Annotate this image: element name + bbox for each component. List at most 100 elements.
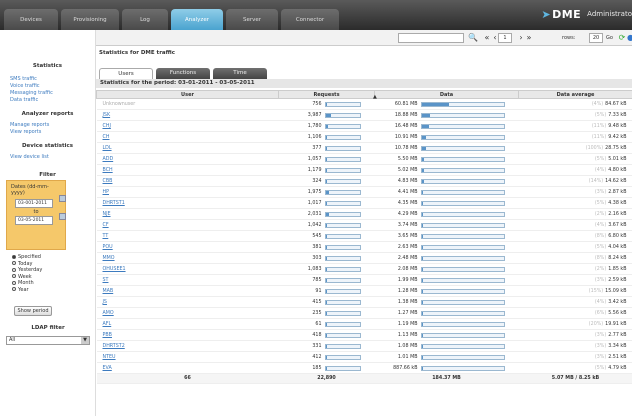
current-user[interactable]: Administrato: [587, 10, 632, 18]
export-icon[interactable]: ●: [627, 33, 632, 43]
ldap-filter-select[interactable]: All ▼: [6, 336, 90, 345]
table-row: CHJ 1,780 16.48 MB (11%) 9.48 kB: [96, 120, 632, 132]
data-bar-wrap: 10.91 MB: [377, 132, 517, 142]
user-cell[interactable]: NTEU: [96, 351, 279, 363]
radio-button-icon[interactable]: [12, 274, 16, 279]
tab-provisioning[interactable]: Provisioning: [61, 9, 119, 30]
radio-button-icon[interactable]: [12, 280, 16, 285]
data-cell: 10.78 MB: [374, 142, 519, 154]
radio-button-icon[interactable]: [12, 267, 16, 272]
user-cell[interactable]: PBB: [96, 329, 279, 341]
radio-button-icon[interactable]: [12, 261, 16, 266]
data-value: 5.50 MB: [397, 156, 418, 162]
last-page-icon[interactable]: »: [524, 33, 534, 43]
show-period-button[interactable]: Show period: [14, 306, 52, 316]
data-average-percent: (5%): [594, 200, 607, 206]
data-average-percent: (20%): [588, 321, 604, 327]
user-cell[interactable]: ST: [96, 274, 279, 286]
sidebar-link-manage-reports[interactable]: Manage reports: [0, 122, 95, 129]
chevron-down-icon[interactable]: ▼: [81, 337, 89, 344]
table-row: LDL 377 10.78 MB (100%) 28.75 kB: [96, 142, 632, 154]
user-cell[interactable]: AMO: [96, 307, 279, 319]
refresh-icon[interactable]: ⟳: [617, 33, 627, 43]
search-input[interactable]: [398, 33, 464, 43]
calendar-from-icon[interactable]: [59, 195, 66, 202]
user-cell[interactable]: CH: [96, 131, 279, 143]
tab-analyzer[interactable]: Analyzer: [171, 9, 223, 30]
user-cell[interactable]: AFL: [96, 318, 279, 330]
column-header-data[interactable]: Data: [374, 90, 519, 99]
data-bar-wrap: 4.83 MB: [377, 176, 517, 186]
calendar-to-icon[interactable]: [59, 213, 66, 220]
data-bar: [420, 233, 505, 239]
requests-cell: 91: [278, 285, 375, 297]
user-cell[interactable]: OHUSEE1: [96, 263, 279, 275]
sidebar-link-voice-traffic[interactable]: Voice traffic: [0, 83, 95, 90]
date-from-input[interactable]: 03-001-2011: [15, 199, 53, 208]
period-radio-specified[interactable]: Specified: [12, 254, 42, 261]
go-button[interactable]: Go: [606, 34, 613, 42]
radio-button-icon[interactable]: [12, 287, 16, 292]
requests-value: 235: [312, 310, 322, 316]
table-row: CH 1,106 10.91 MB (11%) 9.42 kB: [96, 131, 632, 143]
tab-functions[interactable]: Functions: [156, 68, 210, 79]
requests-bar-wrap: 235: [281, 308, 373, 318]
period-radio-month[interactable]: Month: [12, 280, 42, 287]
user-cell[interactable]: CF: [96, 219, 279, 231]
tab-time[interactable]: Time: [213, 68, 267, 79]
data-bar: [420, 222, 505, 228]
user-cell[interactable]: DHRTST1: [96, 197, 279, 209]
data-average-value: 4.79 kB: [608, 365, 627, 371]
sidebar-link-messaging-traffic[interactable]: Messaging traffic: [0, 90, 95, 97]
tab-devices[interactable]: Devices: [4, 9, 58, 30]
period-radio-today[interactable]: Today: [12, 261, 42, 268]
data-bar: [420, 310, 505, 316]
rows-per-page-input[interactable]: 20: [589, 33, 603, 43]
data-cell: 4.29 MB: [374, 208, 519, 220]
sidebar-link-data-traffic[interactable]: Data traffic: [0, 97, 95, 104]
requests-cell: 1,179: [278, 164, 375, 176]
data-cell: 2.08 MB: [374, 263, 519, 275]
page-number-input[interactable]: 1: [498, 33, 512, 43]
user-cell[interactable]: ADD: [96, 153, 279, 165]
user-cell[interactable]: LDL: [96, 142, 279, 154]
period-radio-year[interactable]: Year: [12, 287, 42, 294]
tab-server[interactable]: Server: [226, 9, 278, 30]
user-cell[interactable]: MAB: [96, 285, 279, 297]
requests-bar-wrap: 3,987: [281, 110, 373, 120]
tab-users[interactable]: Users: [99, 68, 153, 79]
data-average-cell: (3%) 3.34 kB: [518, 340, 632, 352]
data-cell: 1.27 MB: [374, 307, 519, 319]
period-radio-week[interactable]: Week: [12, 274, 42, 281]
tab-log[interactable]: Log: [122, 9, 168, 30]
user-cell[interactable]: NJE: [96, 208, 279, 220]
table-body: Unknownuser 756 60.81 MB (4%) 84.67 kB JSK 3,9…: [96, 98, 632, 384]
user-cell[interactable]: CBB: [96, 175, 279, 187]
period-radio-yesterday[interactable]: Yesterday: [12, 267, 42, 274]
user-cell[interactable]: CHJ: [96, 120, 279, 132]
sidebar-link-view-reports[interactable]: View reports: [0, 129, 95, 136]
radio-button-icon[interactable]: [12, 254, 16, 259]
data-cell: 5.50 MB: [374, 153, 519, 165]
column-header-data-average[interactable]: Data average: [518, 90, 632, 99]
user-cell[interactable]: EVA: [96, 362, 279, 374]
user-cell[interactable]: HP: [96, 186, 279, 198]
data-average-cell: (4%) 4.80 kB: [518, 164, 632, 176]
date-to-input[interactable]: 03-05-2011: [15, 216, 53, 225]
column-header-requests[interactable]: Requests: [278, 90, 375, 99]
data-bar-fill: [421, 289, 423, 293]
user-cell[interactable]: TT: [96, 230, 279, 242]
user-cell[interactable]: MMO: [96, 252, 279, 264]
user-cell[interactable]: JSK: [96, 109, 279, 121]
user-cell[interactable]: BCH: [96, 164, 279, 176]
sidebar-link-sms-traffic[interactable]: SMS traffic: [0, 76, 95, 83]
user-cell[interactable]: POU: [96, 241, 279, 253]
column-header-user[interactable]: User: [96, 90, 279, 99]
user-cell[interactable]: JS: [96, 296, 279, 308]
tab-connector[interactable]: Connector: [281, 9, 339, 30]
user-cell[interactable]: DHRTST2: [96, 340, 279, 352]
sort-arrow-icon[interactable]: ▲: [373, 94, 377, 100]
requests-bar: [324, 354, 361, 360]
search-icon[interactable]: 🔍: [468, 33, 478, 43]
sidebar-link-view-device-list[interactable]: View device list: [0, 154, 95, 161]
